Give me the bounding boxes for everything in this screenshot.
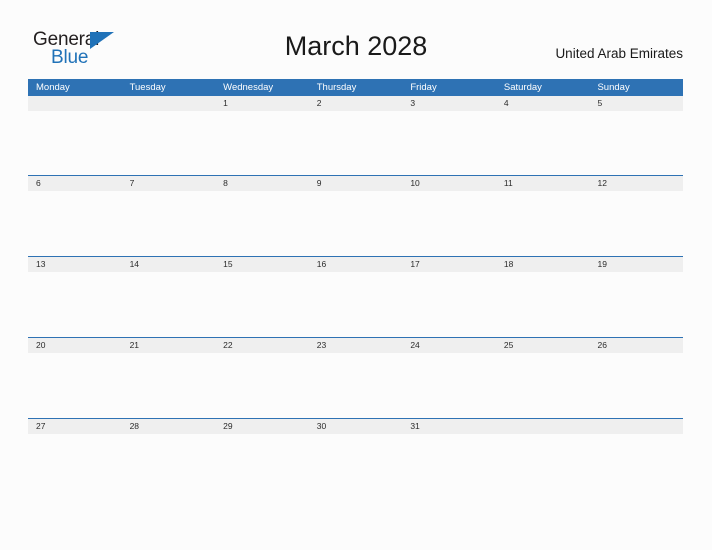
calendar-day-cell[interactable]: 13: [28, 257, 122, 272]
calendar-day-cell[interactable]: 18: [496, 257, 590, 272]
calendar-day-cell[interactable]: [496, 419, 590, 434]
calendar-page: General Blue March 2028 United Arab Emir…: [0, 0, 712, 550]
week-event-area[interactable]: [28, 434, 683, 498]
week-event-area[interactable]: [28, 353, 683, 417]
calendar-day-cell[interactable]: 23: [309, 338, 403, 353]
calendar-day-cell[interactable]: 9: [309, 176, 403, 191]
calendar-day-cell[interactable]: 19: [589, 257, 683, 272]
calendar-day-cell[interactable]: 15: [215, 257, 309, 272]
calendar-day-cell[interactable]: [28, 96, 122, 111]
calendar-day-cell[interactable]: [589, 419, 683, 434]
calendar-day-cell[interactable]: 29: [215, 419, 309, 434]
calendar-day-cell[interactable]: 17: [402, 257, 496, 272]
calendar-day-cell[interactable]: 21: [122, 338, 216, 353]
weekday-header-row: Monday Tuesday Wednesday Thursday Friday…: [28, 79, 683, 96]
week-date-band: 20 21 22 23 24 25 26: [28, 337, 683, 353]
week-date-band: 1 2 3 4 5: [28, 96, 683, 111]
country-label: United Arab Emirates: [555, 46, 683, 61]
weekday-header-monday: Monday: [36, 82, 70, 93]
week-event-area[interactable]: [28, 191, 683, 255]
calendar-day-cell[interactable]: [122, 96, 216, 111]
weekday-header-sunday: Sunday: [597, 82, 630, 93]
weekday-header-tuesday: Tuesday: [129, 82, 166, 93]
calendar-day-cell[interactable]: 16: [309, 257, 403, 272]
calendar-day-cell[interactable]: 14: [122, 257, 216, 272]
calendar-week-row: 6 7 8 9 10 11 12: [28, 175, 683, 256]
calendar-day-cell[interactable]: 2: [309, 96, 403, 111]
calendar-day-cell[interactable]: 24: [402, 338, 496, 353]
week-date-band: 6 7 8 9 10 11 12: [28, 175, 683, 191]
calendar-day-cell[interactable]: 26: [589, 338, 683, 353]
calendar-day-cell[interactable]: 11: [496, 176, 590, 191]
calendar-week-row: 13 14 15 16 17 18 19: [28, 256, 683, 337]
calendar-day-cell[interactable]: 4: [496, 96, 590, 111]
calendar-grid: Monday Tuesday Wednesday Thursday Friday…: [28, 79, 683, 499]
weekday-header-wednesday: Wednesday: [223, 82, 274, 93]
calendar-day-cell[interactable]: 25: [496, 338, 590, 353]
weekday-header-saturday: Saturday: [503, 82, 542, 93]
calendar-day-cell[interactable]: 7: [122, 176, 216, 191]
week-event-area[interactable]: [28, 111, 683, 175]
week-date-band: 27 28 29 30 31: [28, 418, 683, 434]
calendar-day-cell[interactable]: 31: [402, 419, 496, 434]
calendar-week-row: 20 21 22 23 24 25 26: [28, 337, 683, 418]
calendar-day-cell[interactable]: 22: [215, 338, 309, 353]
calendar-day-cell[interactable]: 8: [215, 176, 309, 191]
calendar-day-cell[interactable]: 28: [122, 419, 216, 434]
calendar-day-cell[interactable]: 3: [402, 96, 496, 111]
weekday-header-thursday: Thursday: [316, 82, 357, 93]
calendar-day-cell[interactable]: 30: [309, 419, 403, 434]
calendar-day-cell[interactable]: 1: [215, 96, 309, 111]
weekday-header-friday: Friday: [410, 82, 437, 93]
calendar-week-row: 1 2 3 4 5: [28, 96, 683, 175]
calendar-day-cell[interactable]: 20: [28, 338, 122, 353]
page-header: General Blue March 2028 United Arab Emir…: [0, 0, 712, 76]
calendar-week-row: 27 28 29 30 31: [28, 418, 683, 499]
week-event-area[interactable]: [28, 272, 683, 336]
week-date-band: 13 14 15 16 17 18 19: [28, 256, 683, 272]
calendar-day-cell[interactable]: 5: [589, 96, 683, 111]
calendar-day-cell[interactable]: 10: [402, 176, 496, 191]
calendar-day-cell[interactable]: 27: [28, 419, 122, 434]
calendar-day-cell[interactable]: 12: [589, 176, 683, 191]
calendar-day-cell[interactable]: 6: [28, 176, 122, 191]
